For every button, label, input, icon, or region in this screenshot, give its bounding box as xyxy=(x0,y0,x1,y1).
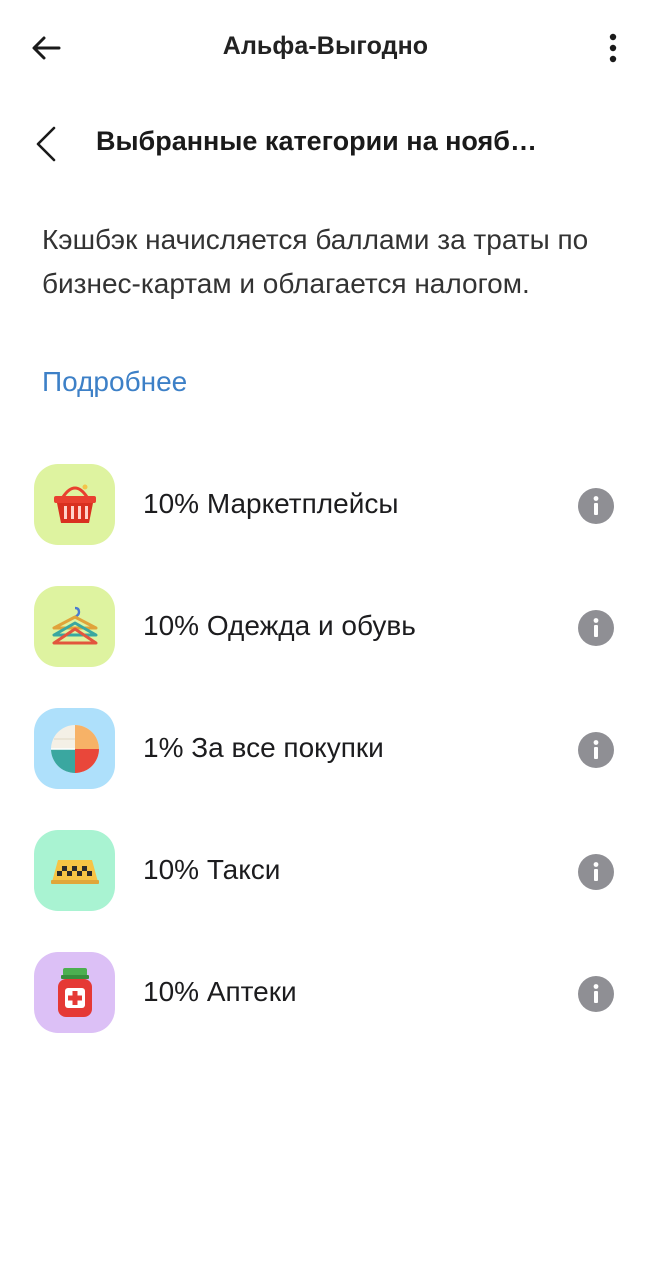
info-button[interactable] xyxy=(578,610,614,646)
taxi-sign-icon xyxy=(50,859,99,884)
category-item-marketplaces[interactable]: 10% Маркетплейсы xyxy=(0,460,651,582)
info-button[interactable] xyxy=(578,976,614,1012)
category-item-pharmacy[interactable]: 10% Аптеки xyxy=(0,948,651,1070)
pie-chart-icon xyxy=(50,724,99,773)
category-tile xyxy=(34,708,115,789)
category-tile xyxy=(34,830,115,911)
hangers-icon xyxy=(52,606,97,644)
app-title: Альфа-Выгодно xyxy=(222,32,429,60)
shopping-basket-icon xyxy=(53,484,96,523)
more-vertical-icon xyxy=(609,33,617,63)
medicine-jar-icon xyxy=(57,967,92,1017)
category-item-all-purchases[interactable]: 1% За все покупки xyxy=(0,704,651,826)
category-label: 10% Аптеки xyxy=(143,976,297,1007)
category-tile xyxy=(34,464,115,545)
category-tile xyxy=(34,952,115,1033)
section-header: Выбранные категории на нояб… xyxy=(0,108,651,178)
section-back-button[interactable] xyxy=(26,122,66,166)
section-title: Выбранные категории на нояб… xyxy=(96,126,537,156)
category-label: 10% Такси xyxy=(143,854,281,885)
chevron-left-icon xyxy=(36,126,56,162)
info-icon xyxy=(593,862,599,881)
more-menu-button[interactable] xyxy=(593,26,633,70)
category-item-taxi[interactable]: 10% Такси xyxy=(0,826,651,948)
info-button[interactable] xyxy=(578,854,614,890)
category-list: 10% Маркетплейсы 10% Одежда и обувь 1% З… xyxy=(0,460,651,1070)
category-tile xyxy=(34,586,115,667)
info-icon xyxy=(593,740,599,759)
category-label: 10% Маркетплейсы xyxy=(143,488,399,519)
info-icon xyxy=(593,984,599,1003)
info-icon xyxy=(593,496,599,515)
category-label: 10% Одежда и обувь xyxy=(143,610,416,641)
app-bar: Альфа-Выгодно xyxy=(0,0,651,96)
info-button[interactable] xyxy=(578,732,614,768)
info-button[interactable] xyxy=(578,488,614,524)
info-icon xyxy=(593,618,599,637)
more-details-link[interactable]: Подробнее xyxy=(42,366,187,398)
cashback-description: Кэшбэк начисляется баллами за траты по б… xyxy=(42,224,589,299)
category-item-clothes[interactable]: 10% Одежда и обувь xyxy=(0,582,651,704)
category-label: 1% За все покупки xyxy=(143,732,384,763)
